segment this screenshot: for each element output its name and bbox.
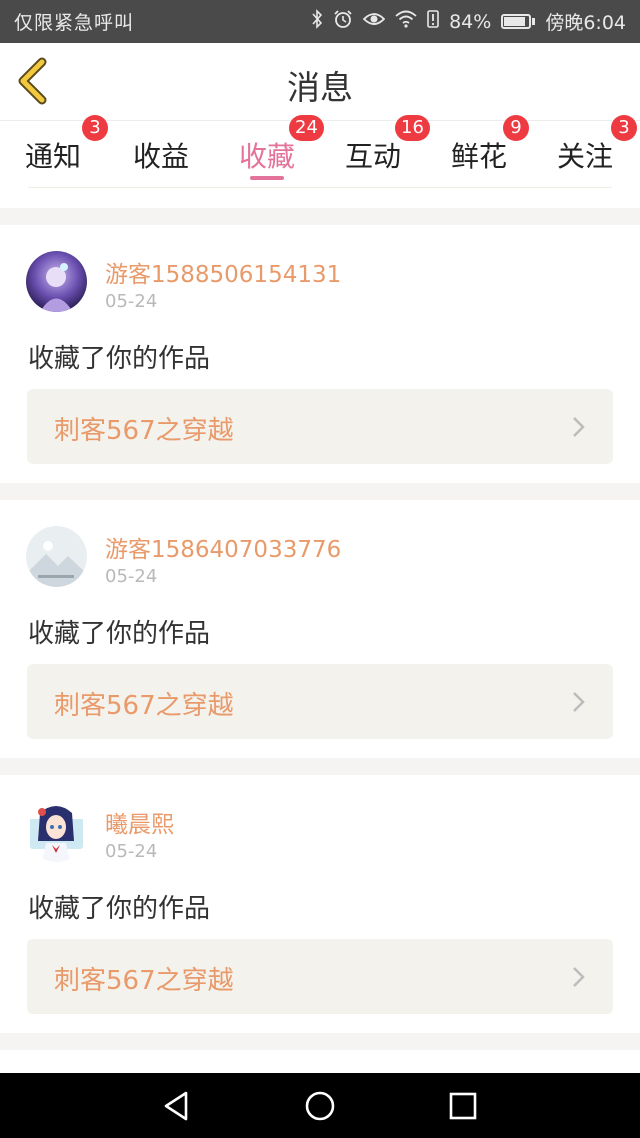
work-title: 刺客567之穿越 [54, 691, 234, 721]
divider [28, 187, 612, 188]
work-link[interactable]: 刺客567之穿越 [27, 664, 613, 739]
list-item: 曦晨熙 05-24 收藏了你的作品 刺客567之穿越 [0, 775, 640, 1033]
back-nav-icon[interactable] [160, 1089, 194, 1123]
tab-follows[interactable]: 关注 3 [532, 115, 638, 188]
tab-earnings[interactable]: 收益 [108, 121, 214, 188]
tab-bar: 通知 3 收益 收藏 24 互动 16 鲜花 9 关注 3 [0, 115, 640, 208]
username[interactable]: 曦晨熙 [105, 805, 174, 839]
list-item: 游客1586407033776 05-24 收藏了你的作品 刺客567之穿越 [0, 500, 640, 758]
tab-label: 鲜花 [450, 139, 507, 173]
eye-comfort-icon [362, 11, 386, 32]
active-tab-indicator [250, 176, 284, 180]
tab-label: 关注 [556, 139, 613, 173]
tab-label: 收藏 [238, 139, 295, 173]
clock-text: 傍晚6:04 [545, 12, 626, 34]
carrier-text: 仅限紧急呼叫 [14, 12, 135, 34]
avatar[interactable] [26, 801, 87, 862]
item-date: 05-24 [105, 566, 158, 587]
avatar[interactable] [26, 526, 87, 587]
chevron-right-icon [573, 692, 585, 712]
tab-badge: 9 [503, 115, 529, 141]
action-text: 收藏了你的作品 [28, 894, 211, 924]
battery-percent: 84% [449, 10, 492, 33]
page-title: 消息 [287, 68, 353, 107]
avatar[interactable] [26, 251, 87, 312]
page-header: 消息 [0, 43, 640, 121]
alarm-icon [333, 9, 353, 34]
tab-badge: 3 [611, 115, 637, 141]
recents-nav-icon[interactable] [446, 1089, 480, 1123]
system-nav-bar [0, 1073, 640, 1138]
chevron-right-icon [573, 417, 585, 437]
sim-alert-icon [427, 10, 439, 33]
tab-label: 收益 [132, 139, 189, 173]
tab-badge: 16 [395, 115, 430, 141]
wifi-icon [395, 10, 417, 33]
list-item: 游客1588506154131 05-24 收藏了你的作品 刺客567之穿越 [0, 225, 640, 483]
action-text: 收藏了你的作品 [28, 344, 211, 374]
username[interactable]: 游客1586407033776 [105, 530, 341, 564]
chevron-right-icon [573, 967, 585, 987]
username[interactable]: 游客1588506154131 [105, 255, 341, 289]
work-title: 刺客567之穿越 [54, 416, 234, 446]
tab-notifications[interactable]: 通知 3 [0, 115, 108, 188]
tab-badge: 3 [82, 115, 108, 141]
tab-interactions[interactable]: 互动 16 [320, 115, 430, 188]
tab-flowers[interactable]: 鲜花 9 [426, 115, 532, 188]
bluetooth-icon [311, 9, 323, 34]
tab-favorites[interactable]: 收藏 24 [214, 115, 324, 188]
home-nav-icon[interactable] [303, 1089, 337, 1123]
work-link[interactable]: 刺客567之穿越 [27, 389, 613, 464]
status-bar: 仅限紧急呼叫 84% 傍晚6:04 [0, 0, 640, 43]
work-link[interactable]: 刺客567之穿越 [27, 939, 613, 1014]
action-text: 收藏了你的作品 [28, 619, 211, 649]
tab-badge: 24 [289, 115, 324, 141]
list-item [0, 1050, 640, 1073]
tab-label: 互动 [344, 139, 401, 173]
tab-label: 通知 [24, 139, 81, 173]
item-date: 05-24 [105, 291, 158, 312]
battery-icon [501, 14, 536, 29]
item-date: 05-24 [105, 841, 158, 862]
work-title: 刺客567之穿越 [54, 966, 234, 996]
